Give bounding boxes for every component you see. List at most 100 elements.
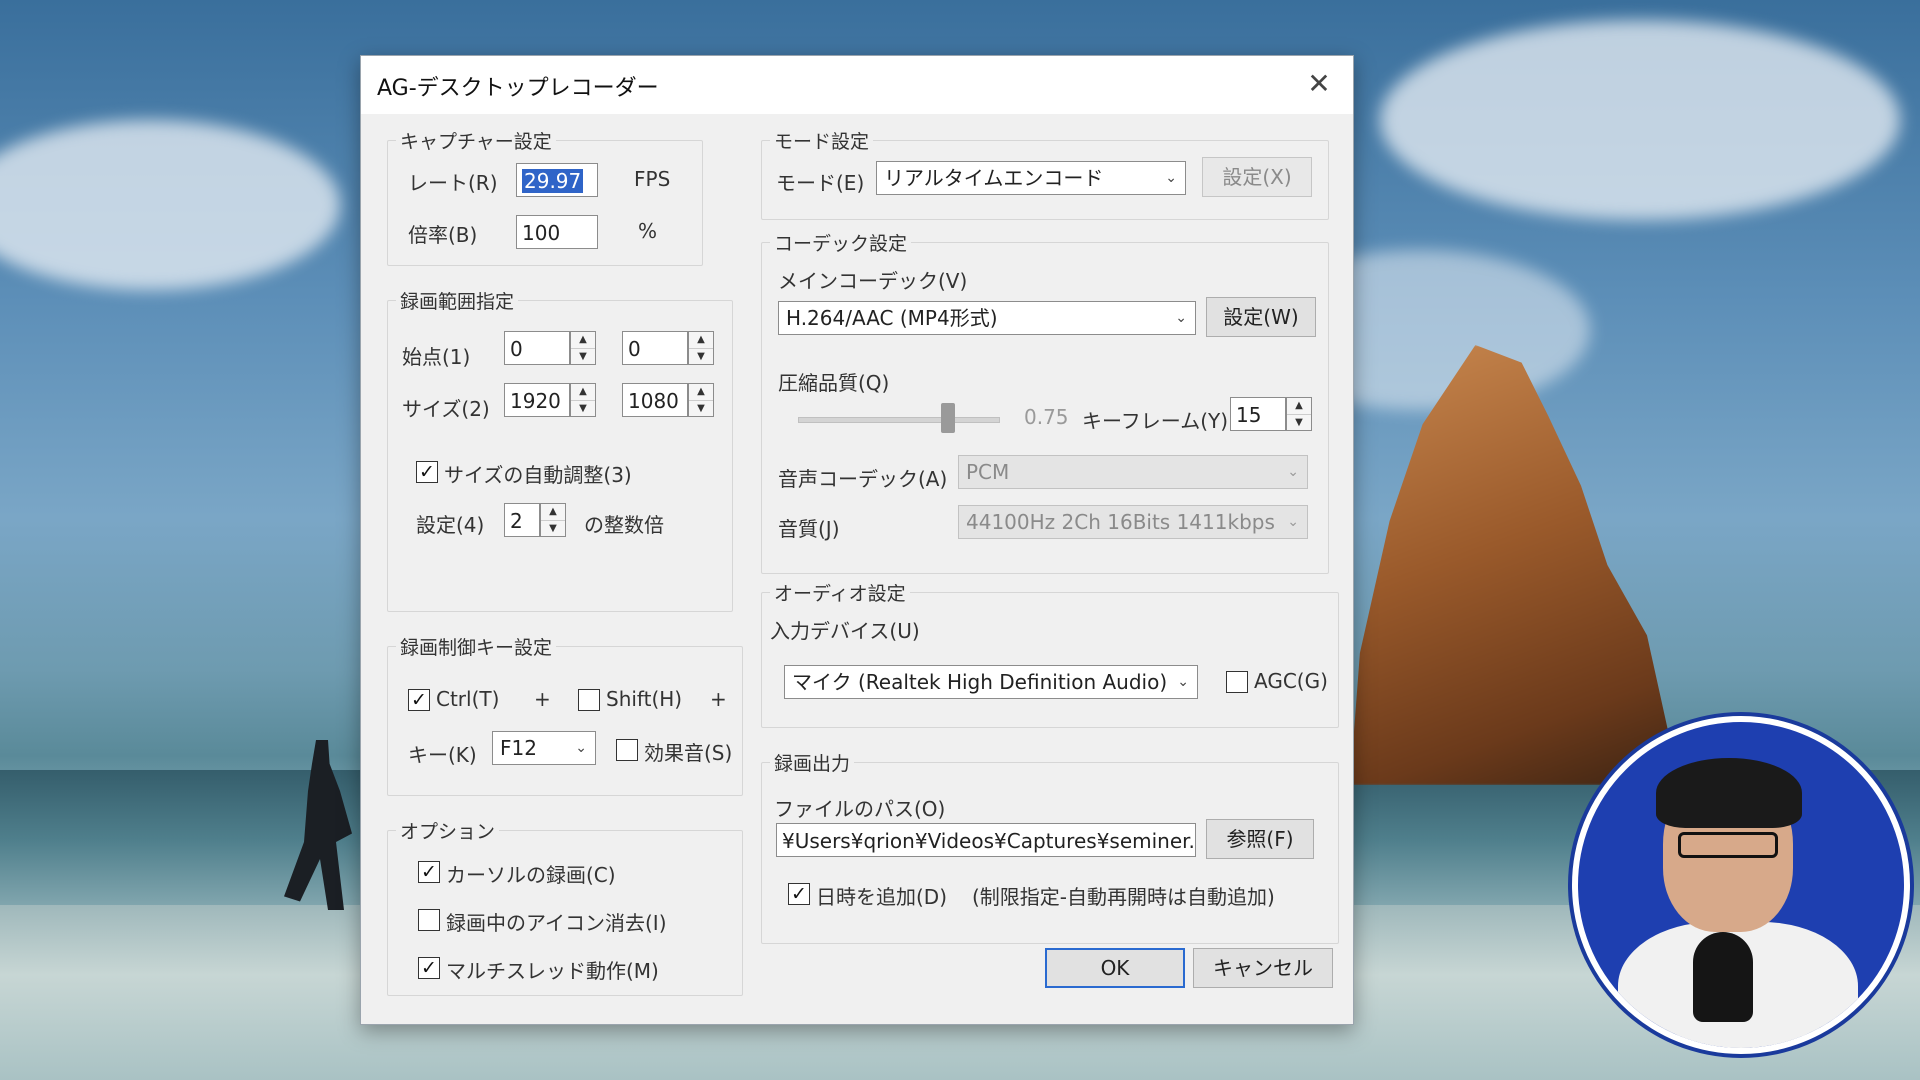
output-legend: 録画出力 bbox=[770, 749, 855, 776]
spin-up-icon[interactable]: ▲ bbox=[689, 384, 713, 401]
chevron-down-icon: ⌄ bbox=[1177, 674, 1189, 690]
title-bar: AG-デスクトップレコーダー ✕ bbox=[361, 56, 1353, 114]
spin-down-icon[interactable]: ▼ bbox=[689, 349, 713, 365]
quality-value: 0.75 bbox=[1024, 405, 1069, 429]
spin-up-icon[interactable]: ▲ bbox=[541, 504, 565, 521]
audio-settings-group: オーディオ設定 入力デバイス(U) マイク (Realtek High Defi… bbox=[761, 579, 1339, 728]
spin-up-icon[interactable]: ▲ bbox=[571, 332, 595, 349]
spin-up-icon[interactable]: ▲ bbox=[1287, 398, 1311, 415]
audio-quality-select[interactable]: 44100Hz 2Ch 16Bits 1411kbps ⌄ bbox=[958, 505, 1308, 539]
cursor-record-label: カーソルの録画(C) bbox=[446, 863, 616, 887]
quality-slider-track[interactable] bbox=[798, 417, 1000, 423]
input-device-select-value: マイク (Realtek High Definition Audio) bbox=[792, 670, 1168, 694]
scale-input[interactable]: 100 bbox=[516, 215, 598, 249]
presenter-glasses bbox=[1678, 832, 1778, 858]
quality-slider-thumb[interactable] bbox=[941, 403, 955, 433]
background-rock bbox=[1350, 345, 1680, 785]
main-codec-label: メインコーデック(V) bbox=[778, 269, 968, 293]
spin-down-icon[interactable]: ▼ bbox=[1287, 415, 1311, 431]
codec-settings-legend: コーデック設定 bbox=[770, 229, 912, 256]
codec-settings-button[interactable]: 設定(W) bbox=[1206, 297, 1316, 337]
size-label: サイズ(2) bbox=[402, 397, 490, 421]
options-group: オプション ✓ カーソルの録画(C) 録画中のアイコン消去(I) ✓ マルチスレ… bbox=[387, 817, 743, 996]
audio-quality-label: 音質(J) bbox=[778, 517, 840, 541]
cursor-record-checkbox[interactable]: ✓ bbox=[418, 861, 440, 883]
auto-adjust-label: サイズの自動調整(3) bbox=[444, 463, 632, 487]
rate-input[interactable]: 29.97 bbox=[516, 163, 598, 197]
presenter-hair bbox=[1656, 758, 1802, 828]
options-legend: オプション bbox=[396, 817, 500, 844]
rate-value: 29.97 bbox=[522, 169, 584, 193]
cancel-button[interactable]: キャンセル bbox=[1193, 948, 1333, 988]
size-width-input[interactable]: 1920 bbox=[504, 383, 570, 417]
quality-label: 圧縮品質(Q) bbox=[778, 371, 890, 395]
key-select-value: F12 bbox=[500, 736, 537, 760]
origin-y-spinner[interactable]: ▲ ▼ bbox=[688, 331, 714, 365]
scale-label: 倍率(B) bbox=[408, 223, 478, 247]
mode-select[interactable]: リアルタイムエンコード ⌄ bbox=[876, 161, 1186, 195]
origin-y-input[interactable]: 0 bbox=[622, 331, 688, 365]
spin-down-icon[interactable]: ▼ bbox=[571, 349, 595, 365]
audio-codec-select-value: PCM bbox=[966, 460, 1010, 484]
ok-button[interactable]: OK bbox=[1045, 948, 1185, 988]
mode-settings-group: モード設定 モード(E) リアルタイムエンコード ⌄ 設定(X) bbox=[761, 127, 1329, 220]
rate-label: レート(R) bbox=[408, 171, 498, 195]
mode-settings-button[interactable]: 設定(X) bbox=[1202, 157, 1312, 197]
size-height-spinner[interactable]: ▲ ▼ bbox=[688, 383, 714, 417]
audio-settings-legend: オーディオ設定 bbox=[770, 579, 910, 606]
multiple-setting-input[interactable]: 2 bbox=[504, 503, 540, 537]
multiple-setting-spinner[interactable]: ▲ ▼ bbox=[540, 503, 566, 537]
spin-down-icon[interactable]: ▼ bbox=[689, 401, 713, 417]
add-date-checkbox[interactable]: ✓ bbox=[788, 883, 810, 905]
ctrl-label: Ctrl(T) bbox=[436, 687, 500, 711]
chevron-down-icon: ⌄ bbox=[575, 740, 587, 756]
agc-checkbox[interactable] bbox=[1226, 671, 1248, 693]
size-width-spinner[interactable]: ▲ ▼ bbox=[570, 383, 596, 417]
keyframe-spinner[interactable]: ▲ ▼ bbox=[1286, 397, 1312, 431]
spin-down-icon[interactable]: ▼ bbox=[571, 401, 595, 417]
origin-x-spinner[interactable]: ▲ ▼ bbox=[570, 331, 596, 365]
webcam-overlay bbox=[1572, 716, 1910, 1054]
spin-up-icon[interactable]: ▲ bbox=[689, 332, 713, 349]
background-cloud bbox=[0, 120, 340, 290]
browse-button[interactable]: 参照(F) bbox=[1206, 819, 1314, 859]
sound-checkbox[interactable] bbox=[616, 739, 638, 761]
hide-icon-checkbox[interactable] bbox=[418, 909, 440, 931]
origin-label: 始点(1) bbox=[402, 345, 471, 369]
origin-x-input[interactable]: 0 bbox=[504, 331, 570, 365]
capture-settings-legend: キャプチャー設定 bbox=[396, 127, 556, 154]
size-height-input[interactable]: 1080 bbox=[622, 383, 688, 417]
add-date-label: 日時を追加(D) bbox=[816, 885, 948, 909]
input-device-select[interactable]: マイク (Realtek High Definition Audio) ⌄ bbox=[784, 665, 1198, 699]
hotkey-legend: 録画制御キー設定 bbox=[396, 633, 557, 660]
mode-select-value: リアルタイムエンコード bbox=[884, 166, 1104, 190]
main-codec-select-value: H.264/AAC (MP4形式) bbox=[786, 306, 998, 330]
codec-settings-group: コーデック設定 メインコーデック(V) H.264/AAC (MP4形式) ⌄ … bbox=[761, 229, 1329, 574]
multithread-checkbox[interactable]: ✓ bbox=[418, 957, 440, 979]
key-select[interactable]: F12 ⌄ bbox=[492, 731, 596, 765]
key-label: キー(K) bbox=[408, 743, 477, 767]
multiple-setting-label: 設定(4) bbox=[416, 513, 485, 537]
spin-down-icon[interactable]: ▼ bbox=[541, 521, 565, 537]
ctrl-checkbox[interactable]: ✓ bbox=[408, 689, 430, 711]
chevron-down-icon: ⌄ bbox=[1175, 310, 1187, 326]
spin-up-icon[interactable]: ▲ bbox=[571, 384, 595, 401]
hide-icon-label: 録画中のアイコン消去(I) bbox=[446, 911, 667, 935]
keyframe-input[interactable]: 15 bbox=[1230, 397, 1286, 431]
path-input[interactable]: ¥Users¥qrion¥Videos¥Captures¥seminer.mp4 bbox=[776, 823, 1196, 857]
main-codec-select[interactable]: H.264/AAC (MP4形式) ⌄ bbox=[778, 301, 1196, 335]
background-cloud bbox=[1380, 20, 1900, 220]
input-device-label: 入力デバイス(U) bbox=[770, 619, 920, 643]
rate-unit: FPS bbox=[634, 167, 671, 191]
recorder-dialog: AG-デスクトップレコーダー ✕ キャプチャー設定 レート(R) 29.97 F… bbox=[360, 55, 1354, 1025]
auto-adjust-checkbox[interactable]: ✓ bbox=[416, 461, 438, 483]
plus-sign: + bbox=[534, 687, 551, 711]
plus-sign: + bbox=[710, 687, 727, 711]
close-icon[interactable]: ✕ bbox=[1299, 64, 1339, 104]
microphone-icon bbox=[1693, 932, 1753, 1022]
audio-codec-select[interactable]: PCM ⌄ bbox=[958, 455, 1308, 489]
dialog-title: AG-デスクトップレコーダー bbox=[377, 76, 659, 101]
multithread-label: マルチスレッド動作(M) bbox=[446, 959, 659, 983]
shift-checkbox[interactable] bbox=[578, 689, 600, 711]
chevron-down-icon: ⌄ bbox=[1165, 170, 1177, 186]
